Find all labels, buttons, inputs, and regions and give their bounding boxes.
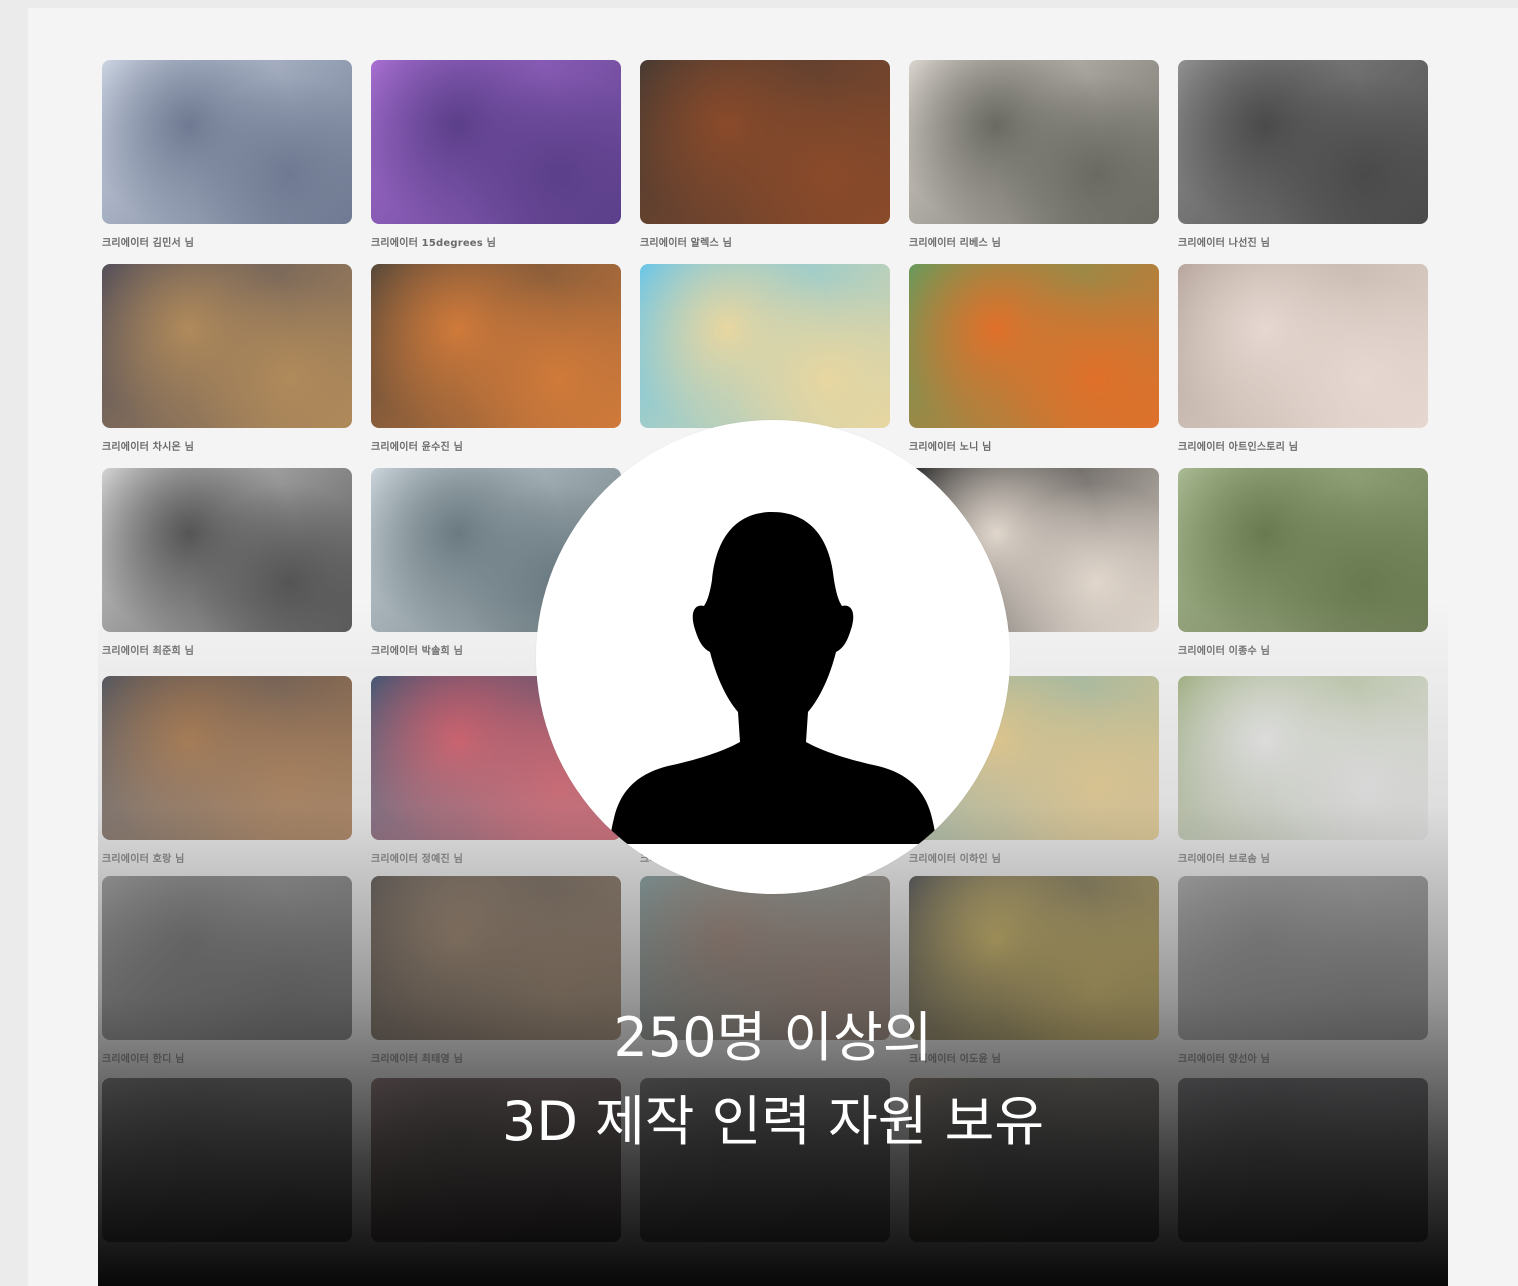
portfolio-thumbnail[interactable]: [102, 468, 352, 632]
headline-line-2: 3D 제작 인력 자원 보유: [501, 1090, 1045, 1153]
portfolio-card[interactable]: 크리에이터 알렉스 님: [640, 60, 890, 249]
avatar: [536, 420, 1010, 894]
portfolio-card[interactable]: 크리에이터 노니 님: [909, 264, 1159, 453]
portfolio-thumbnail[interactable]: [102, 264, 352, 428]
portfolio-card[interactable]: 크리에이터 김민서 님: [102, 60, 352, 249]
portfolio-thumbnail[interactable]: [640, 264, 890, 428]
portfolio-thumbnail[interactable]: [1178, 60, 1428, 224]
portfolio-caption: 크리에이터 최준희 님: [102, 646, 194, 657]
portfolio-caption: 크리에이터 호랑 님: [102, 854, 185, 865]
portfolio-caption: 크리에이터 아트인스토리 님: [1178, 442, 1299, 453]
portfolio-caption: 크리에이터 이종수 님: [1178, 646, 1270, 657]
portfolio-card[interactable]: 크리에이터 15degrees 님: [371, 60, 621, 249]
portfolio-thumbnail[interactable]: [102, 676, 352, 840]
portfolio-caption: 크리에이터 차시온 님: [102, 442, 194, 453]
portfolio-thumbnail[interactable]: [640, 60, 890, 224]
portfolio-card[interactable]: 크리에이터 호랑 님: [102, 676, 352, 865]
portfolio-card[interactable]: 크리에이터 브로솜 님: [1178, 676, 1428, 865]
portfolio-caption: 크리에이터 브로솜 님: [1178, 854, 1270, 865]
portfolio-thumbnail[interactable]: [909, 60, 1159, 224]
portfolio-caption: 크리에이터 김민서 님: [102, 238, 194, 249]
portfolio-caption: 크리에이터 이하인 님: [909, 854, 1001, 865]
portfolio-card[interactable]: 크리에이터 나선진 님: [1178, 60, 1428, 249]
headline-line-1: 250명 이상의: [613, 1006, 933, 1069]
portfolio-caption: 크리에이터 알렉스 님: [640, 238, 732, 249]
portfolio-thumbnail[interactable]: [1178, 264, 1428, 428]
portfolio-thumbnail[interactable]: [371, 264, 621, 428]
portfolio-card[interactable]: 크리에이터 최준희 님: [102, 468, 352, 657]
portfolio-caption: 크리에이터 15degrees 님: [371, 238, 497, 249]
portfolio-caption: 크리에이터 윤수진 님: [371, 442, 463, 453]
user-silhouette-icon: [610, 512, 1010, 844]
portfolio-card[interactable]: 크리에이터 이종수 님: [1178, 468, 1428, 657]
portfolio-card[interactable]: [640, 264, 890, 438]
portfolio-card[interactable]: 크리에이터 차시온 님: [102, 264, 352, 453]
portfolio-caption: 크리에이터 나선진 님: [1178, 238, 1270, 249]
portfolio-caption: 크리에이터 노니 님: [909, 442, 992, 453]
portfolio-card[interactable]: 크리에이터 윤수진 님: [371, 264, 621, 453]
headline: 250명 이상의 3D 제작 인력 자원 보유: [98, 996, 1448, 1164]
portfolio-caption: 크리에이터 정예진 님: [371, 854, 463, 865]
portfolio-card[interactable]: 크리에이터 아트인스토리 님: [1178, 264, 1428, 453]
portfolio-thumbnail[interactable]: [1178, 676, 1428, 840]
portfolio-card[interactable]: 크리에이터 리베스 님: [909, 60, 1159, 249]
portfolio-thumbnail[interactable]: [102, 60, 352, 224]
portfolio-thumbnail[interactable]: [371, 60, 621, 224]
portfolio-thumbnail[interactable]: [1178, 468, 1428, 632]
portfolio-caption: 크리에이터 리베스 님: [909, 238, 1001, 249]
portfolio-thumbnail[interactable]: [909, 264, 1159, 428]
page: 크리에이터 김민서 님 크리에이터 15degrees 님 크리에이터 알렉스 님크…: [0, 0, 1518, 1286]
